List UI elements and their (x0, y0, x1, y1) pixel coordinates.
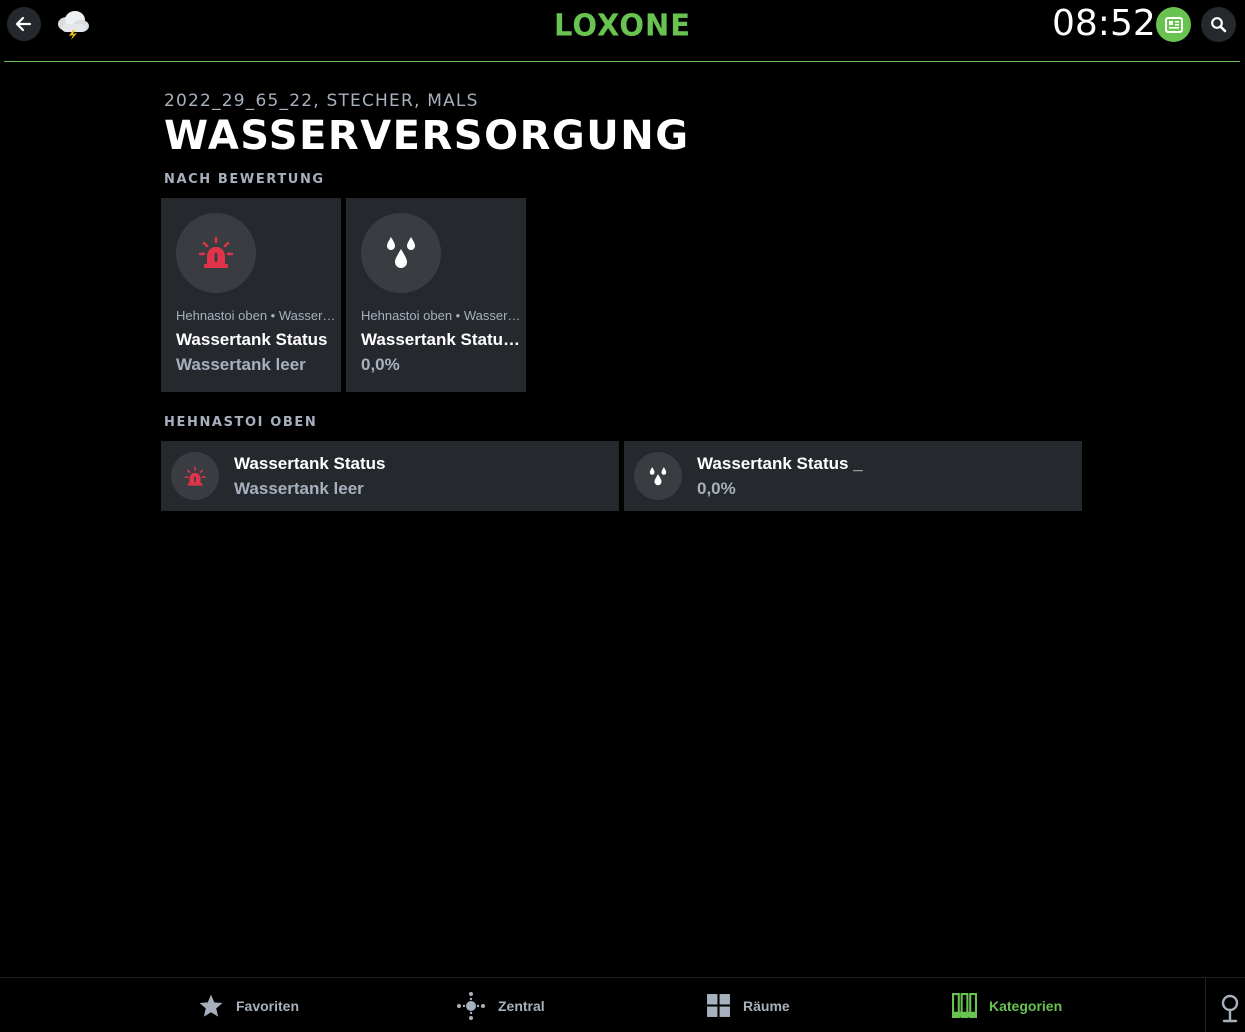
nav-categories[interactable]: Kategorien (952, 978, 1062, 1032)
tile-name: Wassertank Status (176, 330, 328, 349)
water-drops-icon (387, 237, 415, 268)
siren-icon (184, 466, 206, 486)
categories-icon (952, 993, 977, 1018)
top-bar: LOXONE 08:52 (0, 0, 1245, 62)
nav-favorites[interactable]: Favoriten (198, 978, 299, 1032)
star-icon (199, 994, 223, 1017)
search-icon (1210, 16, 1226, 32)
row-state: Wassertank leer (234, 479, 364, 498)
list-item-wassertank-status-2[interactable]: Wassertank Status _ 0,0% (624, 441, 1082, 511)
row-icon-circle (171, 452, 219, 500)
nav-divider (1205, 978, 1206, 1032)
water-drops-icon (649, 466, 667, 485)
nav-label: Favoriten (236, 997, 300, 1014)
nav-label: Kategorien (989, 997, 1063, 1014)
nav-label: Räume (743, 997, 790, 1014)
section-header-room: HEHNASTOI OBEN (164, 415, 318, 430)
row-icon-circle (634, 452, 682, 500)
tile-icon-circle (176, 213, 256, 293)
bottom-nav: Favoriten Zentral Räume Kategorien (0, 977, 1245, 1032)
rooms-grid-icon (707, 994, 730, 1017)
search-button[interactable] (1201, 7, 1236, 42)
tile-state: 0,0% (361, 355, 400, 374)
clock: 08:52 (1052, 3, 1156, 44)
tile-wassertank-status[interactable]: Hehnastoi oben • Wasserversorgung Wasser… (161, 198, 341, 392)
tile-name: Wassertank Status _ (361, 330, 521, 349)
app-screen: LOXONE 08:52 2022_29_65_22, STECHER, MAL… (0, 0, 1245, 1032)
tile-wassertank-status-2[interactable]: Hehnastoi oben • Wasserversorgung Wasser… (346, 198, 526, 392)
row-name: Wassertank Status (234, 454, 386, 473)
tile-state: Wassertank leer (176, 355, 306, 374)
nav-central[interactable]: Zentral (456, 978, 545, 1032)
central-icon (457, 991, 485, 1020)
row-state: 0,0% (697, 479, 736, 498)
breadcrumb: 2022_29_65_22, STECHER, MALS (164, 91, 479, 111)
siren-icon (198, 236, 234, 268)
news-button[interactable] (1156, 7, 1191, 42)
section-header-rating: NACH BEWERTUNG (164, 172, 325, 187)
location-pin-icon[interactable] (1218, 994, 1242, 1024)
tile-icon-circle (361, 213, 441, 293)
row-name: Wassertank Status _ (697, 454, 863, 473)
list-item-wassertank-status[interactable]: Wassertank Status Wassertank leer (161, 441, 619, 511)
newspaper-icon (1164, 16, 1183, 33)
tile-subtitle: Hehnastoi oben • Wasserversorgung (361, 308, 521, 323)
page-title: WASSERVERSORGUNG (164, 113, 690, 159)
nav-label: Zentral (498, 997, 545, 1014)
header-divider (4, 61, 1240, 62)
nav-rooms[interactable]: Räume (706, 978, 790, 1032)
tile-subtitle: Hehnastoi oben • Wasserversorgung (176, 308, 336, 323)
